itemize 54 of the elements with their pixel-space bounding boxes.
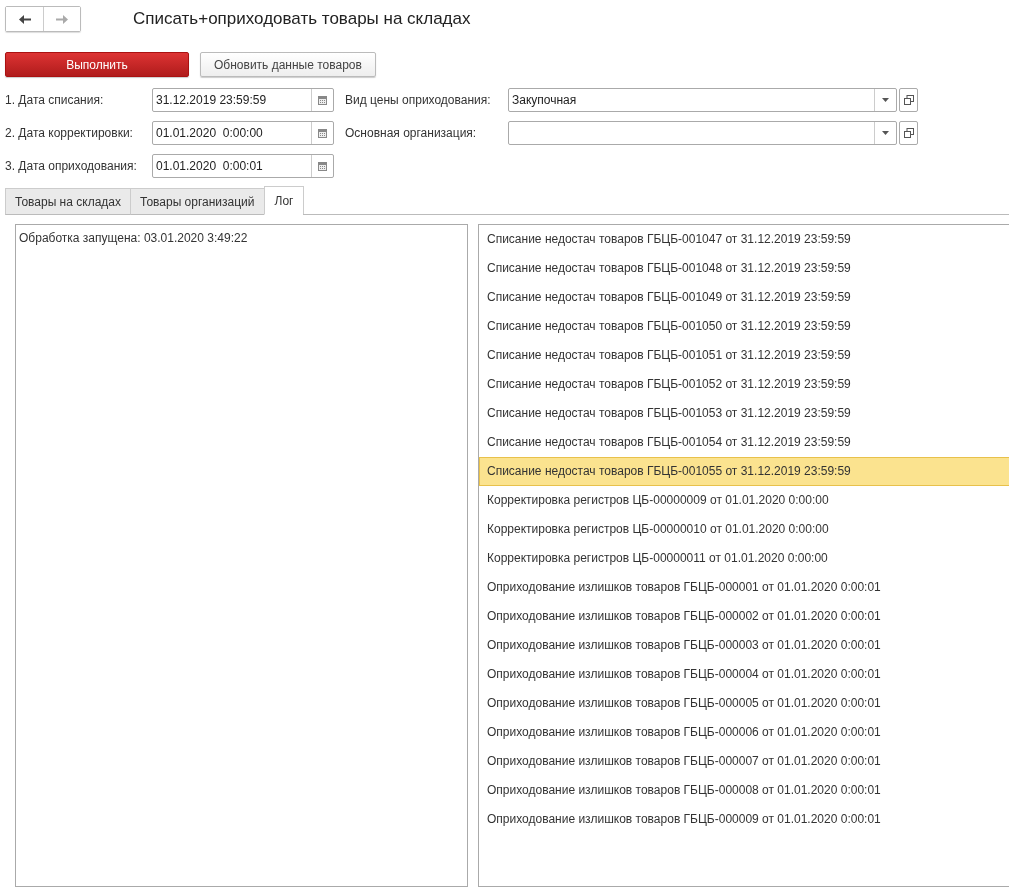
field-label: 2. Дата корректировки:	[5, 126, 134, 140]
document-list-item[interactable]: Оприходование излишков товаров ГБЦБ-000004 от 01.01.2020 0:00:01	[479, 660, 1009, 689]
open-window-icon	[903, 128, 914, 138]
calendar-icon	[318, 128, 327, 138]
tab[interactable]: Лог	[263, 186, 305, 215]
execute-button[interactable]: Выполнить	[5, 52, 189, 77]
date-field[interactable]: 01.01.2020 0:00:01	[152, 154, 334, 178]
select-value: Закупочная	[511, 92, 578, 109]
forward-arrow-icon	[56, 14, 68, 24]
date-value: 31.12.2019 23:59:59	[155, 92, 268, 109]
tab[interactable]: Товары организаций	[130, 188, 265, 215]
document-list-item[interactable]: Списание недостач товаров ГБЦБ-001048 от 31.12.2019 23:59:59	[479, 254, 1009, 283]
document-list-item[interactable]: Списание недостач товаров ГБЦБ-001054 от 31.12.2019 23:59:59	[479, 428, 1009, 457]
document-list-item[interactable]: Оприходование излишков товаров ГБЦБ-000009 от 01.01.2020 0:00:01	[479, 805, 1009, 834]
document-list-item[interactable]: Оприходование излишков товаров ГБЦБ-000005 от 01.01.2020 0:00:01	[479, 689, 1009, 718]
document-list-item[interactable]: Оприходование излишков товаров ГБЦБ-000003 от 01.01.2020 0:00:01	[479, 631, 1009, 660]
field-label: 1. Дата списания:	[5, 93, 105, 107]
date-field[interactable]: 31.12.2019 23:59:59	[152, 88, 334, 112]
document-list-item[interactable]: Списание недостач товаров ГБЦБ-001053 от 31.12.2019 23:59:59	[479, 399, 1009, 428]
field-label: 3. Дата оприходования:	[5, 159, 138, 173]
back-arrow-icon	[18, 14, 31, 24]
select-field[interactable]: Закупочная	[508, 88, 897, 112]
date-field[interactable]: 01.01.2020 0:00:00	[152, 121, 334, 145]
open-button[interactable]	[899, 121, 918, 145]
back-button[interactable]	[6, 7, 43, 31]
document-list-item[interactable]: Оприходование излишков товаров ГБЦБ-000001 от 01.01.2020 0:00:01	[479, 573, 1009, 602]
document-list-item[interactable]: Оприходование излишков товаров ГБЦБ-000008 от 01.01.2020 0:00:01	[479, 776, 1009, 805]
window-title: Списать+оприходовать товары на складах	[133, 9, 471, 29]
log-message: Обработка запущена: 03.01.2020 3:49:22	[19, 230, 249, 245]
document-list-item[interactable]: Корректировка регистров ЦБ-00000010 от 01.01.2020 0:00:00	[479, 515, 1009, 544]
select-field[interactable]	[508, 121, 897, 145]
dropdown-caret-icon	[882, 98, 889, 102]
document-list-item[interactable]: Списание недостач товаров ГБЦБ-001050 от 31.12.2019 23:59:59	[479, 312, 1009, 341]
calendar-icon	[318, 95, 327, 105]
document-list-item[interactable]: Списание недостач товаров ГБЦБ-001051 от 31.12.2019 23:59:59	[479, 341, 1009, 370]
date-value: 01.01.2020 0:00:01	[155, 158, 264, 175]
refresh-button[interactable]: Обновить данные товаров	[200, 52, 376, 77]
date-value: 01.01.2020 0:00:00	[155, 125, 264, 142]
tab[interactable]: Товары на складах	[5, 188, 131, 215]
document-list-item[interactable]: Списание недостач товаров ГБЦБ-001055 от 31.12.2019 23:59:59	[479, 457, 1009, 486]
document-list-item[interactable]: Списание недостач товаров ГБЦБ-001047 от 31.12.2019 23:59:59	[479, 225, 1009, 254]
document-list-item[interactable]: Оприходование излишков товаров ГБЦБ-000006 от 01.01.2020 0:00:01	[479, 718, 1009, 747]
document-list-item[interactable]: Корректировка регистров ЦБ-00000009 от 01.01.2020 0:00:00	[479, 486, 1009, 515]
calendar-icon	[318, 161, 327, 171]
field-label: Вид цены оприходования:	[345, 93, 492, 107]
document-list-item[interactable]: Списание недостач товаров ГБЦБ-001052 от 31.12.2019 23:59:59	[479, 370, 1009, 399]
document-list-item[interactable]: Списание недостач товаров ГБЦБ-001049 от 31.12.2019 23:59:59	[479, 283, 1009, 312]
document-list-item[interactable]: Оприходование излишков товаров ГБЦБ-000002 от 01.01.2020 0:00:01	[479, 602, 1009, 631]
document-list-item[interactable]: Корректировка регистров ЦБ-00000011 от 01.01.2020 0:00:00	[479, 544, 1009, 573]
open-button[interactable]	[899, 88, 918, 112]
open-window-icon	[903, 95, 914, 105]
document-list-item[interactable]: Оприходование излишков товаров ГБЦБ-000007 от 01.01.2020 0:00:01	[479, 747, 1009, 776]
field-label: Основная организация:	[345, 126, 478, 140]
dropdown-caret-icon	[882, 131, 889, 135]
